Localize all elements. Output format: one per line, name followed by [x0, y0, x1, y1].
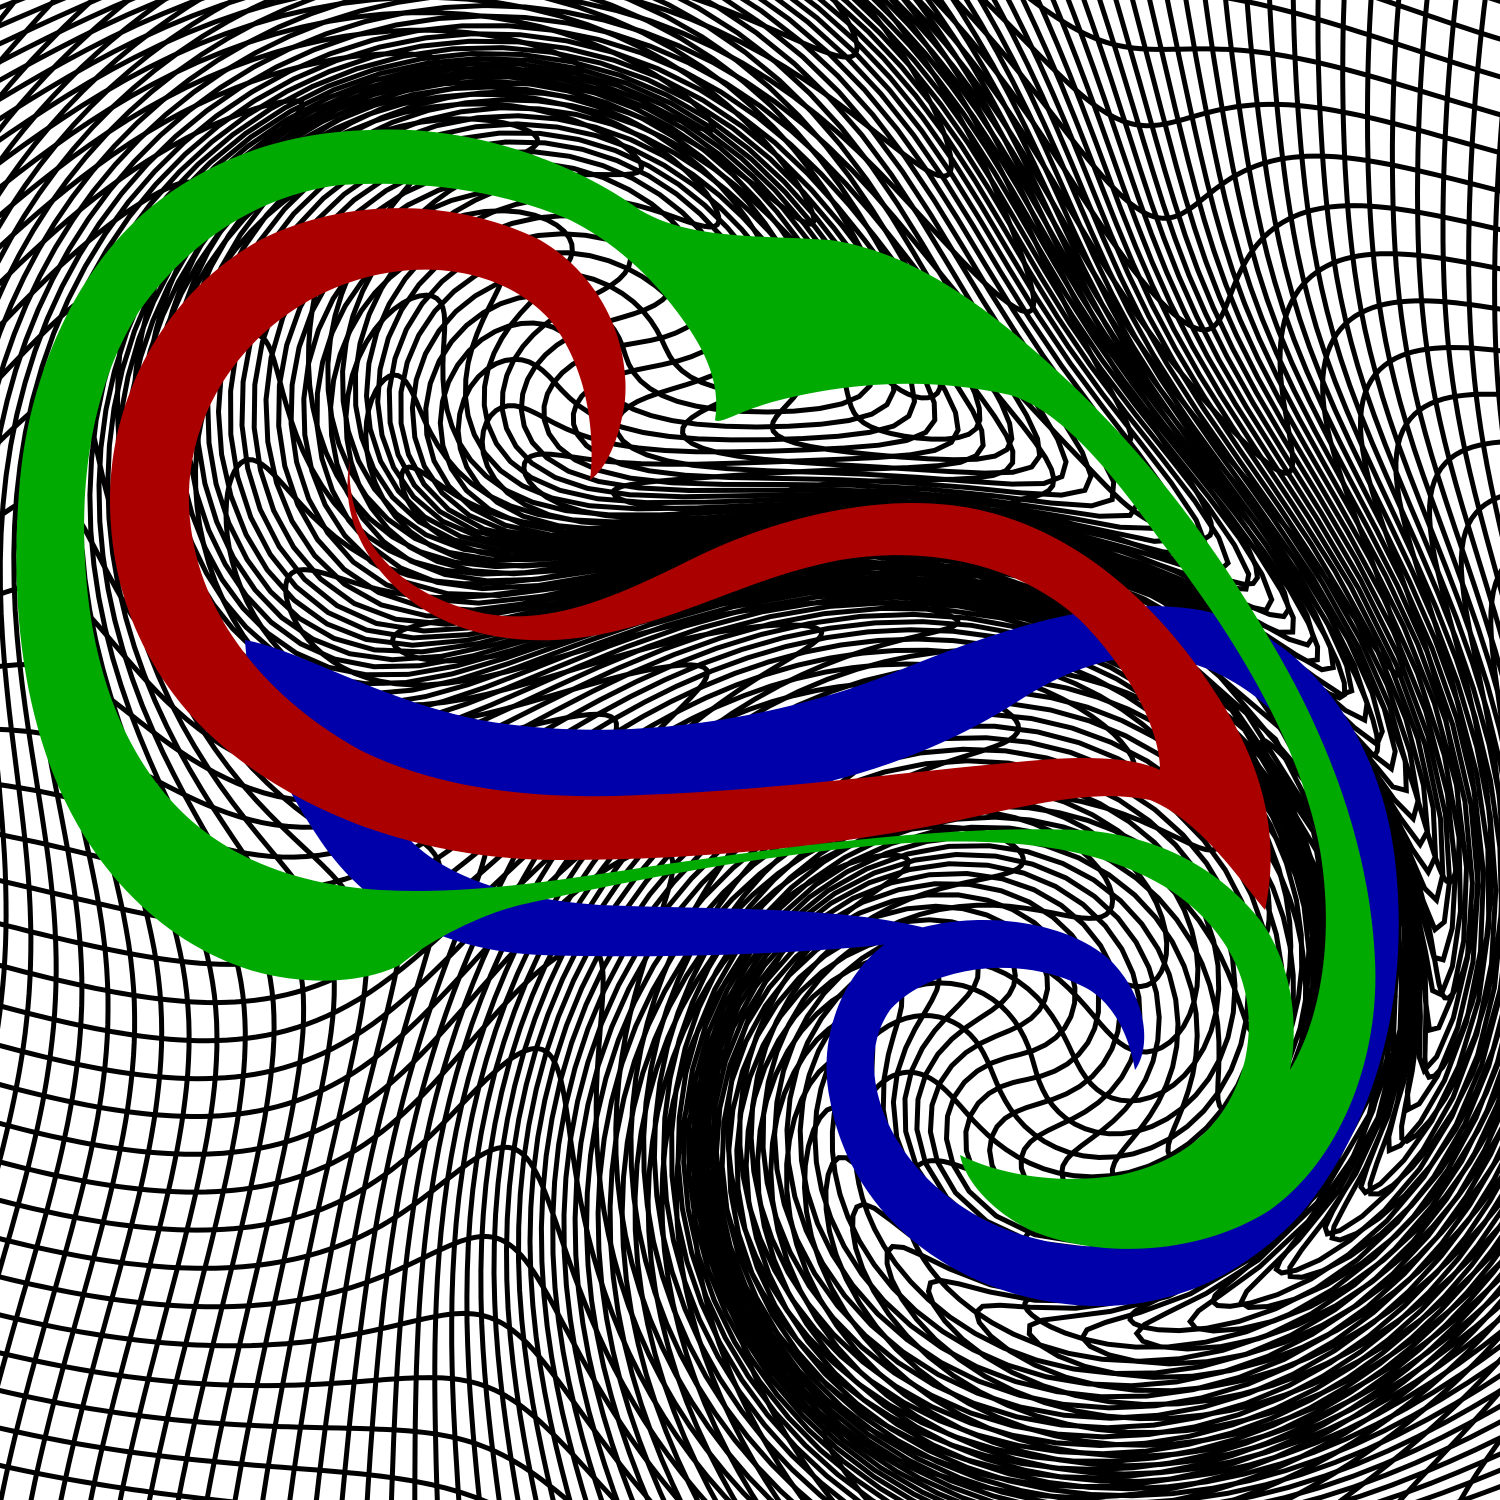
warped-grid-svg	[0, 0, 1500, 1500]
figure-canvas	[0, 0, 1500, 1500]
